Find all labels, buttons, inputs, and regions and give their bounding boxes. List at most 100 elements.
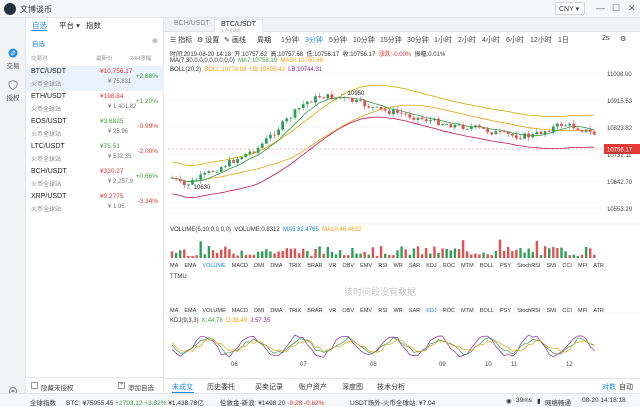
ind-vr[interactable]: VR [329, 263, 337, 269]
volume-bar [367, 254, 370, 258]
ind-wr[interactable]: WR [394, 263, 403, 269]
tab-order-history[interactable]: 历史委托 [207, 382, 235, 392]
ind-obv[interactable]: OBV [342, 263, 354, 269]
ind-mtm[interactable]: MTM [461, 263, 474, 269]
minimize-icon[interactable]: — [596, 3, 605, 13]
candle-body [277, 129, 280, 135]
ind-volume[interactable]: VOLUME [202, 263, 225, 269]
nav-item-trade[interactable]: 交易 [3, 48, 23, 70]
col-header-price[interactable]: 最新价 [96, 54, 113, 62]
ind-boll[interactable]: BOLL [480, 263, 494, 269]
close-icon[interactable]: ✕ [628, 3, 636, 14]
coin-row-eth[interactable]: ETH/USDT 火币全球站 ¥198.84 ¥ 1,401.82 +1.20% [26, 91, 164, 116]
volume-bar [183, 249, 186, 258]
ind-atr[interactable]: ATR [593, 263, 604, 269]
ind-mfi[interactable]: MFI [578, 263, 587, 269]
ind-ema[interactable]: EMA [184, 308, 196, 314]
coin-cny: ¥ 532.35 [108, 154, 132, 160]
maximize-icon[interactable]: ☐ [612, 3, 620, 14]
ind-dmi[interactable]: DMI [254, 263, 264, 269]
ind-obv[interactable]: OBV [342, 308, 354, 314]
subtab-favorites[interactable]: 自选 [32, 38, 45, 48]
add-favorite-button[interactable]: 添加自选 [128, 382, 154, 392]
volume-bar [281, 251, 284, 258]
search-icon[interactable]: ⊕ [152, 37, 158, 45]
volume-bar [330, 251, 334, 258]
ind-emv[interactable]: EMV [360, 263, 372, 269]
ind-macd[interactable]: MACD [232, 263, 248, 269]
ind-dmi[interactable]: DMI [254, 308, 264, 314]
tab-index[interactable]: 指数 [86, 20, 101, 31]
ind-kdj[interactable]: KDJ [426, 308, 436, 314]
col-header-pair[interactable]: 交易对 [31, 54, 48, 62]
tab-technical-analysis[interactable]: 技术分析 [377, 382, 405, 392]
ind-dma[interactable]: DMA [270, 308, 282, 314]
tab-open-orders[interactable]: 未成交 [172, 382, 193, 392]
ind-vr[interactable]: VR [329, 308, 337, 314]
ind-brar[interactable]: BRAR [307, 308, 322, 314]
volume-bar [441, 248, 444, 258]
ind-rsi[interactable]: RSI [378, 263, 387, 269]
log-scale-button[interactable]: 对数 [602, 382, 616, 392]
ind-ema[interactable]: EMA [184, 263, 196, 269]
ind-emv[interactable]: EMV [360, 308, 372, 314]
ind-roc[interactable]: ROC [443, 263, 455, 269]
hide-unauth-checkbox[interactable] [31, 382, 38, 389]
currency-select[interactable]: CNY ▾ [555, 2, 585, 15]
ind-psy[interactable]: PSY [500, 263, 511, 269]
ind-rsi[interactable]: RSI [378, 308, 387, 314]
ind-smi[interactable]: SMI [546, 308, 556, 314]
ind-mtm[interactable]: MTM [461, 308, 474, 314]
ind-psy[interactable]: PSY [500, 308, 511, 314]
candle-body [494, 131, 498, 135]
ind-stochrsi[interactable]: StochRSI [517, 308, 540, 314]
ind-volume[interactable]: VOLUME [202, 308, 225, 314]
volume-bar [400, 246, 403, 258]
coin-row-bch[interactable]: BCH/USDT 火币全球站 ¥320.27 ¥ 2,257.9 +0.66% [26, 166, 164, 191]
chart-canvas[interactable]: 10756.17 ← 10950 ← 10630 11008.00 10915.… [164, 18, 640, 378]
ind-dma[interactable]: DMA [270, 263, 282, 269]
ind-brar[interactable]: BRAR [307, 263, 322, 269]
coin-exchange: 火币全球站 [31, 132, 62, 138]
ind-atr[interactable]: ATR [593, 308, 604, 314]
col-header-change[interactable]: 24H涨幅 [130, 54, 151, 62]
ind-mfi[interactable]: MFI [578, 308, 587, 314]
ind-sar[interactable]: SAR [409, 263, 420, 269]
ind-wr[interactable]: WR [394, 308, 403, 314]
tab-trade-records[interactable]: 买卖记录 [255, 382, 283, 392]
volume-bar [425, 248, 428, 258]
coin-row-ltc[interactable]: LTC/USDT 火币全球站 ¥75.51 ¥ 532.35 -2.00% [26, 141, 164, 166]
ind-stochrsi[interactable]: StochRSI [517, 263, 540, 269]
coin-row-btc[interactable]: BTC/USDT 火币全球站 ¥10,756.17 ¥ 75,831 +2.86… [26, 66, 164, 91]
volume-bar [449, 250, 452, 258]
ind-cci[interactable]: CCI [562, 263, 571, 269]
ind-boll[interactable]: BOLL [480, 308, 494, 314]
ind-cci[interactable]: CCI [562, 308, 571, 314]
volume-bar [252, 254, 256, 258]
ind-sar[interactable]: SAR [409, 308, 420, 314]
chevron-down-icon: ▾ [76, 21, 80, 30]
coin-row-xrp[interactable]: XRP/USDT 火币全球站 ¥0.2775 ¥ 1.96 -3.34% [26, 191, 164, 216]
auto-scale-button[interactable]: 自动 [619, 382, 633, 392]
ind-roc[interactable]: ROC [443, 308, 455, 314]
panel-tabs: 自选 平台 ▾ 指数 [26, 18, 164, 32]
ind-trix[interactable]: TRIX [289, 263, 302, 269]
volume-bar [494, 250, 498, 258]
ind-trix[interactable]: TRIX [289, 308, 302, 314]
tab-account-assets[interactable]: 账户资产 [299, 382, 327, 392]
ind-kdj[interactable]: KDJ [426, 263, 436, 269]
ind-macd[interactable]: MACD [232, 308, 248, 314]
coin-row-eos[interactable]: EOS/USDT 火币全球站 ¥3.6825 ¥ 25.96 -0.99% [26, 116, 164, 141]
candle-body [289, 117, 293, 119]
coin-cny: ¥ 2,257.9 [108, 179, 134, 185]
tab-platform-label: 平台 [59, 21, 74, 30]
ind-ma[interactable]: MA [170, 308, 178, 314]
ind-ma[interactable]: MA [170, 263, 178, 269]
nav-item-auth[interactable]: 授权 [3, 80, 23, 102]
ind-smi[interactable]: SMI [546, 263, 556, 269]
plus-icon[interactable]: + [118, 382, 125, 389]
tab-depth-chart[interactable]: 深度图 [342, 382, 363, 392]
hide-unauth-label[interactable]: 隐藏未授权 [41, 382, 74, 392]
coin-change: -0.99% [137, 123, 158, 130]
tab-platform[interactable]: 平台 ▾ [59, 20, 80, 31]
